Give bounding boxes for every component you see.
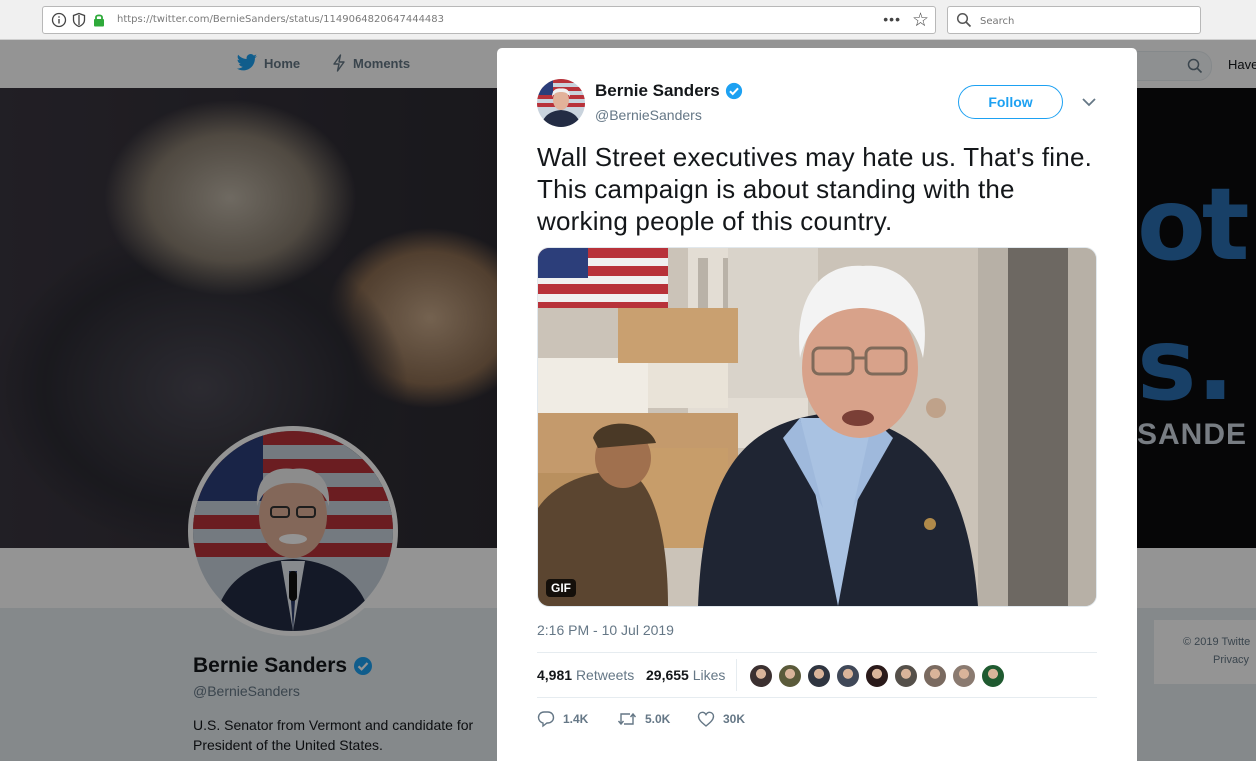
tweet-author-name-text: Bernie Sanders — [595, 81, 720, 100]
retweet-count: 5.0K — [645, 712, 671, 726]
verified-badge-icon — [725, 82, 742, 100]
retweets-label: Retweets — [575, 667, 635, 683]
browser-search-input[interactable] — [978, 11, 1182, 31]
address-bar[interactable]: https://twitter.com/BernieSanders/status… — [42, 6, 936, 34]
follow-button[interactable]: Follow — [958, 85, 1063, 119]
retweet-icon — [617, 712, 637, 726]
retweets-stat[interactable]: 4,981 Retweets — [537, 667, 634, 683]
author-avatar-photo — [537, 79, 585, 127]
liker-avatar[interactable] — [952, 664, 976, 688]
gif-badge: GIF — [546, 579, 576, 597]
tweet-actions: 1.4K 5.0K 30K — [537, 710, 1097, 736]
retweets-count: 4,981 — [537, 667, 573, 683]
tweet-author-avatar[interactable] — [537, 79, 585, 127]
info-icon[interactable] — [51, 12, 67, 28]
liker-avatar[interactable] — [778, 664, 802, 688]
search-icon — [956, 12, 972, 28]
liker-avatar[interactable] — [749, 664, 773, 688]
stats-divider — [736, 659, 737, 691]
browser-search-box[interactable] — [947, 6, 1201, 34]
likes-stat[interactable]: 29,655 Likes — [646, 667, 725, 683]
tracking-shield-icon[interactable] — [71, 12, 87, 28]
retweet-button[interactable]: 5.0K — [617, 710, 670, 728]
liker-avatar[interactable] — [836, 664, 860, 688]
gif-still-frame — [538, 248, 1096, 606]
tweet-timestamp[interactable]: 2:16 PM - 10 Jul 2019 — [537, 622, 674, 638]
tweet-text: Wall Street executives may hate us. That… — [537, 142, 1093, 236]
page-actions-menu-icon[interactable]: ••• — [883, 11, 901, 27]
like-count: 30K — [723, 712, 746, 726]
liker-avatar[interactable] — [923, 664, 947, 688]
bookmark-star-icon[interactable]: ☆ — [912, 9, 929, 32]
likes-count: 29,655 — [646, 667, 689, 683]
reply-count: 1.4K — [563, 712, 589, 726]
tweet-author-name[interactable]: Bernie Sanders — [595, 81, 743, 101]
tweet-author-handle[interactable]: @BernieSanders — [595, 107, 702, 123]
tweet-modal: Bernie Sanders @BernieSanders Follow Wal… — [497, 48, 1137, 761]
reply-button[interactable]: 1.4K — [537, 710, 588, 728]
chevron-down-icon[interactable] — [1081, 96, 1097, 108]
likes-label: Likes — [692, 667, 726, 683]
liker-avatars — [749, 664, 1005, 688]
liker-avatar[interactable] — [807, 664, 831, 688]
like-button[interactable]: 30K — [697, 710, 745, 728]
tweet-media-gif[interactable]: GIF — [537, 247, 1097, 607]
liker-avatar[interactable] — [894, 664, 918, 688]
url-text[interactable]: https://twitter.com/BernieSanders/status… — [117, 14, 444, 25]
lock-icon[interactable] — [91, 12, 107, 28]
tweet-stats: 4,981 Retweets 29,655 Likes — [537, 652, 1097, 698]
browser-toolbar: https://twitter.com/BernieSanders/status… — [0, 0, 1256, 40]
liker-avatar[interactable] — [981, 664, 1005, 688]
heart-icon — [697, 711, 715, 727]
liker-avatar[interactable] — [865, 664, 889, 688]
reply-icon — [537, 711, 555, 728]
